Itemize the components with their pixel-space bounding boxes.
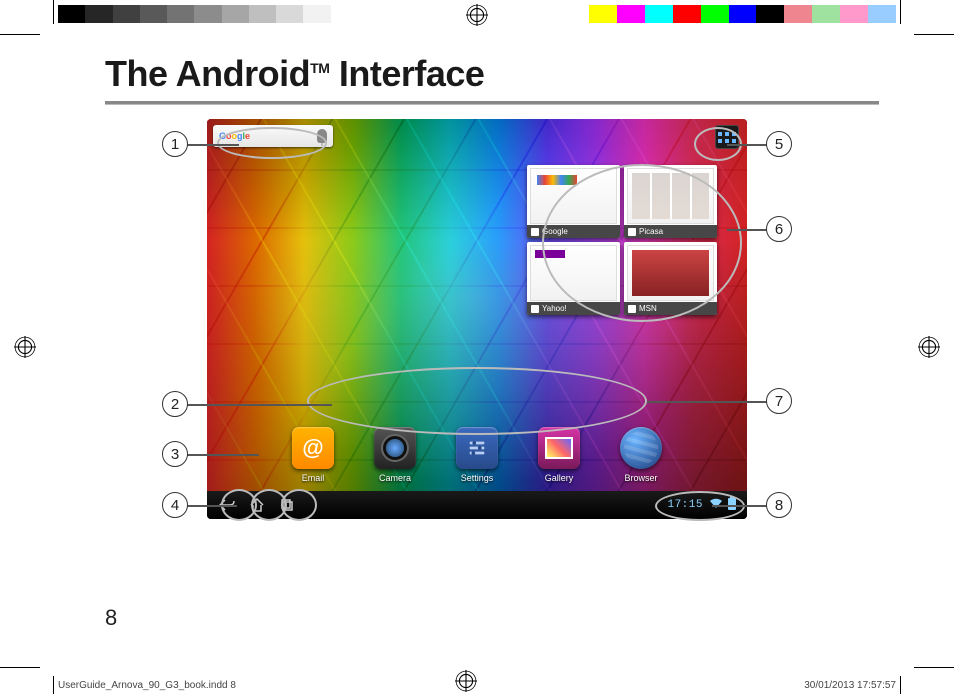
slug-line: UserGuide_Arnova_90_G3_book.indd 8 30/01… [58,680,896,691]
bookmark-yahoo[interactable]: Yahoo! [527,242,620,315]
slug-timestamp: 30/01/2013 17:57:57 [804,680,896,691]
callout-6: 6 [766,216,792,242]
settings-icon [456,427,498,469]
recent-apps-button[interactable] [273,494,301,516]
email-icon [292,427,334,469]
bookmark-google[interactable]: Google [527,165,620,238]
tablet-screenshot: Google Google Picasa Yahoo! [207,119,747,519]
voice-search-icon[interactable] [317,129,327,143]
app-email[interactable]: Email [283,427,343,483]
page-content: The AndroidTM Interface 1 2 3 4 5 6 7 8 [55,35,899,645]
registration-mark-left [14,336,36,358]
title-subrule [105,104,879,105]
browser-icon [620,427,662,469]
callout-2: 2 [162,391,188,417]
printer-grayscale-bar [58,5,358,23]
app-dock: Email Camera Settings Gallery [283,427,671,483]
bookmark-picasa[interactable]: Picasa [624,165,717,238]
camera-icon [374,427,416,469]
app-settings[interactable]: Settings [447,427,507,483]
registration-mark-right [918,336,940,358]
printer-color-bar [561,5,896,23]
callout-5: 5 [766,131,792,157]
page-number: 8 [105,605,117,631]
app-browser[interactable]: Browser [611,427,671,483]
app-gallery[interactable]: Gallery [529,427,589,483]
callout-3: 3 [162,441,188,467]
callout-7: 7 [766,388,792,414]
callout-8: 8 [766,492,792,518]
bookmark-msn[interactable]: MSN [624,242,717,315]
slug-filename: UserGuide_Arnova_90_G3_book.indd 8 [58,680,236,691]
browser-bookmarks-widget[interactable]: Google Picasa Yahoo! MSN [527,165,717,315]
home-button[interactable] [243,494,271,516]
callout-1: 1 [162,131,188,157]
system-navbar: 17:15 [207,491,747,519]
google-logo: Google [219,131,250,141]
app-camera[interactable]: Camera [365,427,425,483]
registration-mark-top [466,4,488,26]
page-title: The AndroidTM Interface [105,53,899,95]
gallery-icon [538,427,580,469]
figure: 1 2 3 4 5 6 7 8 Google Google Picasa [157,119,797,549]
callout-4: 4 [162,492,188,518]
status-clock[interactable]: 17:15 [667,499,703,511]
